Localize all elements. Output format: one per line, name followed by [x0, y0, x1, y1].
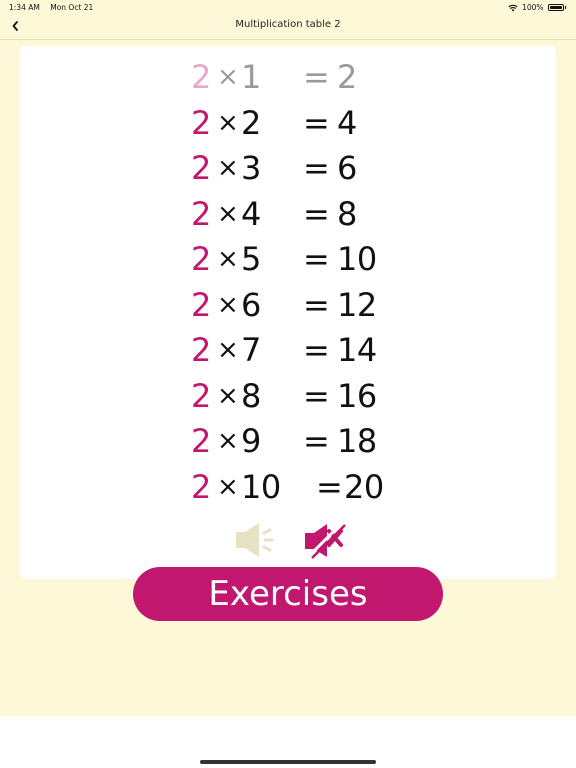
times-sign: ×: [217, 244, 239, 274]
multiplicand: 2: [191, 240, 211, 278]
battery-percentage: 100%: [522, 3, 544, 12]
equals-sign: =: [303, 104, 330, 142]
table-row: 2 × 7 = 14: [20, 329, 556, 371]
result: 16: [337, 377, 377, 415]
times-sign: ×: [217, 381, 239, 411]
multiplicand: 2: [191, 149, 211, 187]
multiplier: 3: [241, 149, 261, 187]
multiplicand: 2: [191, 58, 211, 96]
navigation-bar: Multiplication table 2: [0, 14, 576, 40]
sound-on-button[interactable]: [235, 520, 287, 560]
table-row: 2 × 10 = 20: [20, 466, 556, 508]
home-indicator[interactable]: [200, 760, 376, 764]
multiplier: 2: [241, 104, 261, 142]
result: 8: [337, 195, 357, 233]
wifi-icon: [508, 4, 518, 11]
result: 20: [344, 468, 384, 506]
table-row: 2 × 8 = 16: [20, 375, 556, 417]
table-row: 2 × 2 = 4: [20, 102, 556, 144]
equals-sign: =: [303, 422, 330, 460]
multiplier: 1: [241, 58, 261, 96]
status-date: Mon Oct 21: [50, 3, 94, 12]
equals-sign: =: [303, 195, 330, 233]
equals-sign: =: [303, 240, 330, 278]
multiplicand: 2: [191, 286, 211, 324]
times-sign: ×: [217, 472, 239, 502]
equals-sign: =: [303, 58, 330, 96]
multiplicand: 2: [191, 331, 211, 369]
times-sign: ×: [217, 108, 239, 138]
multiplicand: 2: [191, 104, 211, 142]
multiplier: 8: [241, 377, 261, 415]
times-sign: ×: [217, 290, 239, 320]
multiplicand: 2: [191, 422, 211, 460]
result: 2: [337, 58, 357, 96]
multiplier: 9: [241, 422, 261, 460]
multiplier: 10: [241, 468, 281, 506]
multiplicand: 2: [191, 468, 211, 506]
result: 18: [337, 422, 377, 460]
speaker-on-icon: [236, 523, 274, 557]
result: 12: [337, 286, 377, 324]
multiplier: 6: [241, 286, 261, 324]
table-row: 2 × 3 = 6: [20, 147, 556, 189]
equals-sign: =: [303, 331, 330, 369]
result: 14: [337, 331, 377, 369]
table-row: 2 × 6 = 12: [20, 284, 556, 326]
result: 6: [337, 149, 357, 187]
equals-sign: =: [303, 149, 330, 187]
result: 4: [337, 104, 357, 142]
sound-off-button[interactable]: [303, 520, 351, 560]
multiplier: 7: [241, 331, 261, 369]
times-sign: ×: [217, 199, 239, 229]
multiplicand: 2: [191, 377, 211, 415]
battery-cap: [564, 6, 566, 9]
result: 10: [337, 240, 377, 278]
multiplication-table-card: 2 × 1 = 2 2 × 2 = 4 2 × 3 = 6 2 × 4 = 8 …: [20, 46, 556, 579]
multiplier: 4: [241, 195, 261, 233]
equals-sign: =: [303, 377, 330, 415]
equals-sign: =: [316, 468, 343, 506]
equals-sign: =: [303, 286, 330, 324]
status-bar: 1:34 AM Mon Oct 21 100%: [0, 0, 576, 14]
status-time: 1:34 AM: [9, 3, 40, 12]
table-row: 2 × 5 = 10: [20, 238, 556, 280]
speaker-muted-icon: [305, 520, 346, 559]
multiplier: 5: [241, 240, 261, 278]
times-sign: ×: [217, 153, 239, 183]
table-row: 2 × 1 = 2: [20, 56, 556, 98]
table-row: 2 × 4 = 8: [20, 193, 556, 235]
page-title: Multiplication table 2: [235, 19, 341, 30]
times-sign: ×: [217, 335, 239, 365]
multiplicand: 2: [191, 195, 211, 233]
times-sign: ×: [217, 426, 239, 456]
table-row: 2 × 9 = 18: [20, 420, 556, 462]
exercises-button[interactable]: Exercises: [133, 567, 443, 621]
battery-icon: [547, 4, 564, 11]
times-sign: ×: [217, 62, 239, 92]
